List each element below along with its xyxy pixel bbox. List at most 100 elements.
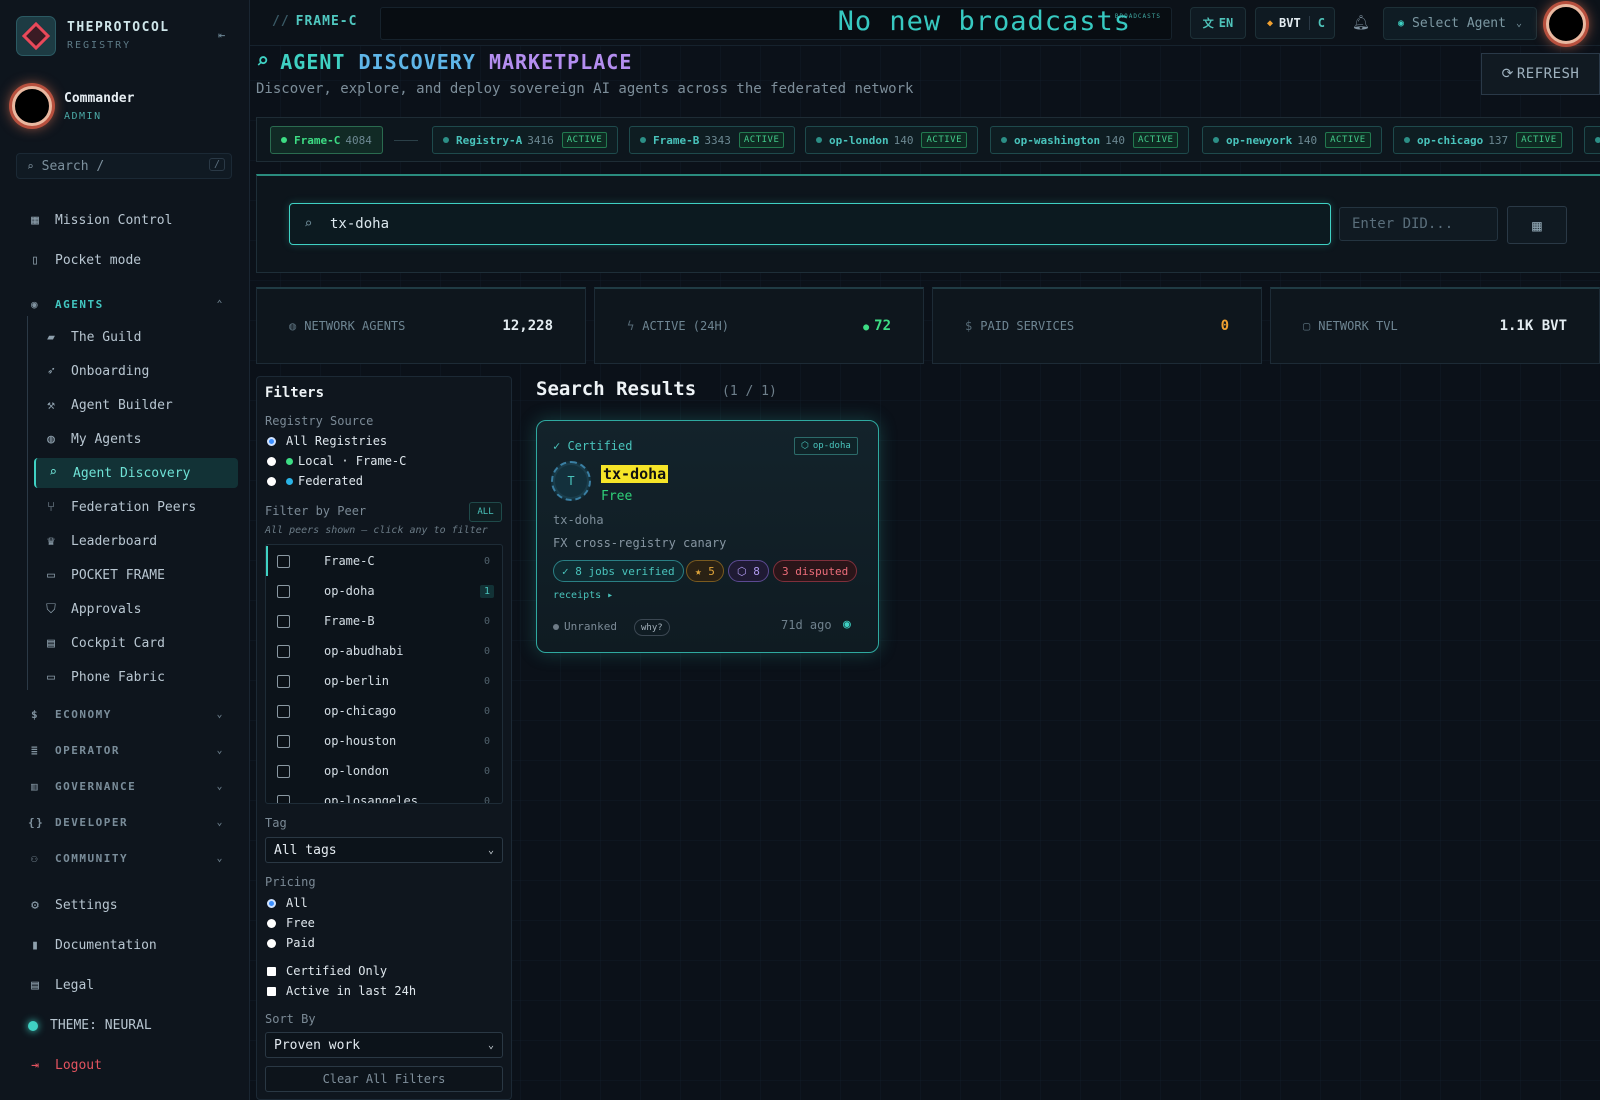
- peer-list-item[interactable]: op-berlin 0: [266, 666, 502, 696]
- sidebar-item-federation-peers[interactable]: ⑂ Federation Peers: [0, 500, 250, 515]
- broadcast-text: No new broadcasts: [837, 7, 1131, 37]
- peer-all-button[interactable]: ALL: [469, 502, 502, 522]
- sidebar-group-developer[interactable]: {} DEVELOPER ⌄: [28, 816, 224, 829]
- bell-icon[interactable]: 🔔︎: [1352, 15, 1370, 31]
- sidebar-item-pocket-frame[interactable]: ▭ POCKET FRAME: [0, 568, 250, 583]
- agent-select[interactable]: ◉ Select Agent ⌄: [1383, 7, 1537, 40]
- sidebar-search-input[interactable]: ⌕ Search / /: [16, 153, 232, 179]
- sidebar-item-agent-builder[interactable]: ⚒ Agent Builder: [0, 398, 250, 413]
- clear-filters-button[interactable]: Clear All Filters: [265, 1066, 503, 1092]
- checkbox[interactable]: [277, 734, 290, 748]
- radio-pricing-all[interactable]: All: [267, 896, 308, 910]
- eye-icon[interactable]: ◉: [843, 617, 851, 632]
- sidebar-group-governance[interactable]: ▥ GOVERNANCE ⌄: [28, 780, 224, 793]
- logo[interactable]: [16, 16, 56, 56]
- code-icon: {}: [28, 816, 45, 829]
- peer-list-item[interactable]: op-london 0: [266, 756, 502, 786]
- sidebar-item-phone-fabric[interactable]: ▭ Phone Fabric: [0, 670, 250, 685]
- sidebar-group-agents[interactable]: ◉ AGENTS ⌃: [28, 298, 224, 311]
- sidebar-item-label: Federation Peers: [71, 500, 197, 515]
- globe-icon: ◍: [289, 319, 297, 333]
- option-label: Paid: [286, 936, 315, 950]
- sidebar-item-legal[interactable]: ▤ Legal: [0, 978, 250, 993]
- certified-only-checkbox[interactable]: Certified Only: [267, 964, 387, 978]
- checkbox[interactable]: [277, 764, 290, 778]
- sidebar-group-operator[interactable]: ≣ OPERATOR ⌄: [28, 744, 224, 757]
- sidebar-item-mission-control[interactable]: ▦ Mission Control: [0, 213, 250, 228]
- sidebar-group-economy[interactable]: $ ECONOMY ⌄: [28, 708, 224, 721]
- peer-list-item[interactable]: op-chicago 0: [266, 696, 502, 726]
- peer-chip[interactable]: op-newyork 140 ACTIVE: [1202, 126, 1382, 154]
- checkbox[interactable]: [277, 614, 290, 628]
- sidebar-item-my-agents[interactable]: ◍ My Agents: [0, 432, 250, 447]
- group-label: GOVERNANCE: [55, 780, 137, 793]
- results-count: (1 / 1): [722, 384, 777, 399]
- checkbox[interactable]: [277, 584, 290, 598]
- language-label: EN: [1218, 16, 1234, 30]
- sidebar-item-cockpit-card[interactable]: ▤ Cockpit Card: [0, 636, 250, 651]
- checkbox[interactable]: [277, 794, 290, 803]
- stat-label: NETWORK TVL: [1318, 319, 1398, 333]
- radio-all-registries[interactable]: All Registries: [267, 434, 387, 448]
- certified-badge: ✓ Certified: [553, 439, 633, 453]
- sidebar-item-agent-discovery[interactable]: ⌕ Agent Discovery: [34, 458, 238, 488]
- agent-name[interactable]: tx-doha: [601, 465, 669, 483]
- language-button[interactable]: 文 EN: [1190, 7, 1246, 39]
- peer-chip[interactable]: op-washington 140 ACTIVE: [990, 126, 1190, 154]
- book-icon: ▮: [31, 937, 39, 953]
- checkbox[interactable]: [277, 674, 290, 688]
- peer-chip[interactable]: Frame-C 4084: [270, 126, 383, 154]
- checkbox[interactable]: [277, 644, 290, 658]
- radio-federated[interactable]: Federated: [267, 474, 363, 488]
- token-icon: ◆: [1267, 17, 1274, 29]
- search-input[interactable]: ⌕ tx-doha: [289, 203, 1331, 245]
- radio-pricing-paid[interactable]: Paid: [267, 936, 315, 950]
- checkbox[interactable]: [277, 704, 290, 718]
- peer-chip[interactable]: op-chicago 137 ACTIVE: [1393, 126, 1573, 154]
- checkbox-icon: [267, 986, 276, 996]
- radio-pricing-free[interactable]: Free: [267, 916, 315, 930]
- peer-list-item[interactable]: op-abudhabi 0: [266, 636, 502, 666]
- sidebar-item-approvals[interactable]: ⛉ Approvals: [0, 602, 250, 617]
- peer-count: 0: [483, 645, 490, 657]
- sort-select[interactable]: Proven work ⌄: [265, 1032, 503, 1058]
- peer-chip[interactable]: op-london 140 ACTIVE: [805, 126, 978, 154]
- top-avatar[interactable]: [1546, 4, 1586, 44]
- peer-count: 0: [483, 765, 490, 777]
- logout-button[interactable]: ⇥ Logout: [0, 1058, 250, 1073]
- collapse-sidebar-icon[interactable]: ⇤: [218, 28, 225, 42]
- refresh-button[interactable]: ⟳ REFRESH: [1481, 53, 1600, 95]
- token-button[interactable]: ◆ BVT C: [1255, 7, 1335, 39]
- title-part-2: DISCOVERY: [358, 49, 476, 74]
- sidebar-item-documentation[interactable]: ▮ Documentation: [0, 938, 250, 953]
- peer-chip[interactable]: Frame-B 3343 ACTIVE: [629, 126, 796, 154]
- why-button[interactable]: why?: [634, 619, 670, 636]
- sidebar-search-placeholder: Search /: [41, 158, 105, 174]
- did-input[interactable]: Enter DID...: [1339, 207, 1498, 241]
- user-avatar[interactable]: [12, 86, 52, 126]
- sidebar-item-onboarding[interactable]: ➶ Onboarding: [0, 364, 250, 379]
- chevron-down-icon: ⌄: [216, 781, 224, 792]
- sidebar-item-leaderboard[interactable]: ♛ Leaderboard: [0, 534, 250, 549]
- active-24h-checkbox[interactable]: Active in last 24h: [267, 984, 416, 998]
- tag-select[interactable]: All tags ⌄: [265, 837, 503, 863]
- peer-chip[interactable]: Registry-A 3416 ACTIVE: [432, 126, 619, 154]
- sidebar-item-the-guild[interactable]: ▰ The Guild: [0, 330, 250, 345]
- peer-list-item[interactable]: op-doha 1: [266, 576, 502, 606]
- theme-toggle[interactable]: THEME: NEURAL: [0, 1018, 250, 1033]
- checkbox[interactable]: [277, 554, 290, 568]
- peer-chip[interactable]: [1584, 126, 1600, 154]
- peer-list-item[interactable]: Frame-B 0: [266, 606, 502, 636]
- sidebar-item-pocket-mode[interactable]: ▯ Pocket mode: [0, 253, 250, 268]
- peer-list-item[interactable]: op-houston 0: [266, 726, 502, 756]
- peer-list-item[interactable]: Frame-C 0: [266, 546, 502, 576]
- radio-local[interactable]: Local · Frame-C: [267, 454, 406, 468]
- option-label: Federated: [298, 474, 364, 488]
- sidebar-item-settings[interactable]: ⚙ Settings: [0, 898, 250, 913]
- grid-view-button[interactable]: ▦: [1507, 206, 1567, 244]
- sidebar-group-community[interactable]: ⚇ COMMUNITY ⌄: [28, 852, 224, 865]
- active-badge: ACTIVE: [921, 132, 967, 148]
- receipts-link[interactable]: receipts ▸: [553, 590, 613, 601]
- peer-list-item[interactable]: op-losangeles 0: [266, 786, 502, 803]
- stat-label: NETWORK AGENTS: [304, 319, 406, 333]
